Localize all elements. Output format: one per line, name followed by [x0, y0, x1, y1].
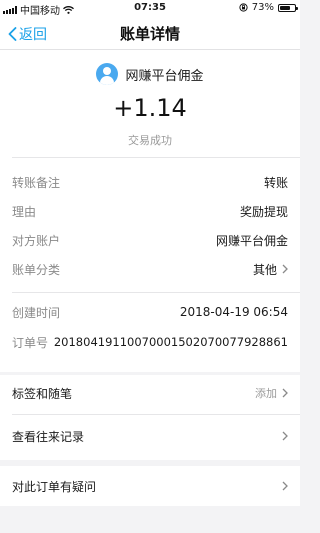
- meta-label: 订单号: [12, 335, 49, 350]
- divider: [12, 292, 300, 293]
- avatar-body: [100, 76, 115, 85]
- detail-label: 转账备注: [12, 175, 61, 190]
- order-question-label: 对此订单有疑问: [12, 479, 97, 494]
- trade-status: 交易成功: [128, 134, 172, 147]
- payee-header: 网赚平台佣金: [0, 63, 300, 85]
- view-history-label: 查看往来记录: [12, 429, 85, 444]
- divider: [12, 414, 300, 415]
- chevron-right-icon: [282, 388, 288, 398]
- meta-value: 2018-04-19 06:54: [179, 305, 288, 319]
- order-question-item[interactable]: 对此订单有疑问: [12, 476, 288, 496]
- battery-fill: [280, 5, 291, 10]
- detail-value: 其他: [252, 262, 277, 277]
- chevron-right-icon: [282, 264, 288, 274]
- category-value: 其他: [253, 261, 288, 278]
- avatar-head: [103, 67, 112, 75]
- detail-row-reason: 理由 奖励提现: [12, 201, 288, 221]
- tags-notes-label: 标签和随笔: [12, 386, 73, 401]
- question-group: 对此订单有疑问: [0, 466, 300, 506]
- actions-group: 标签和随笔 添加 查看往来记录: [0, 375, 300, 460]
- tags-add-label: 添加: [255, 387, 277, 400]
- meta-row-created: 创建时间 2018-04-19 06:54: [12, 302, 288, 322]
- battery-percent: 73%: [251, 2, 274, 13]
- divider: [12, 157, 300, 158]
- meta-label: 创建时间: [12, 305, 61, 320]
- detail-row-category[interactable]: 账单分类 其他: [12, 259, 288, 279]
- battery-icon: [278, 3, 298, 12]
- detail-value: 网赚平台佣金: [215, 233, 288, 248]
- chevron-right-icon: [282, 481, 288, 491]
- detail-row-note: 转账备注 转账: [12, 172, 288, 192]
- tags-add-action: 添加: [255, 385, 288, 401]
- tags-notes-item[interactable]: 标签和随笔 添加: [12, 383, 288, 403]
- detail-row-counterparty: 对方账户 网赚平台佣金: [12, 230, 288, 250]
- status-right: 73%: [239, 2, 298, 13]
- meta-row-order-number: 订单号 20180419110070001502070077928861: [12, 332, 288, 352]
- meta-value: 20180419110070001502070077928861: [53, 335, 288, 349]
- view-history-item[interactable]: 查看往来记录: [12, 426, 288, 446]
- detail-label: 对方账户: [12, 233, 61, 248]
- amount: +1.14: [113, 94, 187, 122]
- detail-value: 奖励提现: [239, 204, 288, 219]
- chevron-right-icon: [282, 431, 288, 441]
- status-bar: 中国移动 07:35 73%: [0, 0, 300, 17]
- detail-label: 账单分类: [12, 262, 61, 277]
- avatar: [96, 63, 119, 85]
- bill-card: 网赚平台佣金 +1.14 交易成功 转账备注 转账 理由 奖励提现 对方账户 网…: [0, 50, 300, 372]
- page-title: 账单详情: [119, 25, 180, 43]
- detail-value: 转账: [263, 175, 288, 190]
- nav-bar: 返回 账单详情: [0, 16, 300, 50]
- payee-name: 网赚平台佣金: [125, 68, 204, 84]
- detail-label: 理由: [12, 204, 37, 219]
- rotation-lock-icon: [239, 3, 248, 12]
